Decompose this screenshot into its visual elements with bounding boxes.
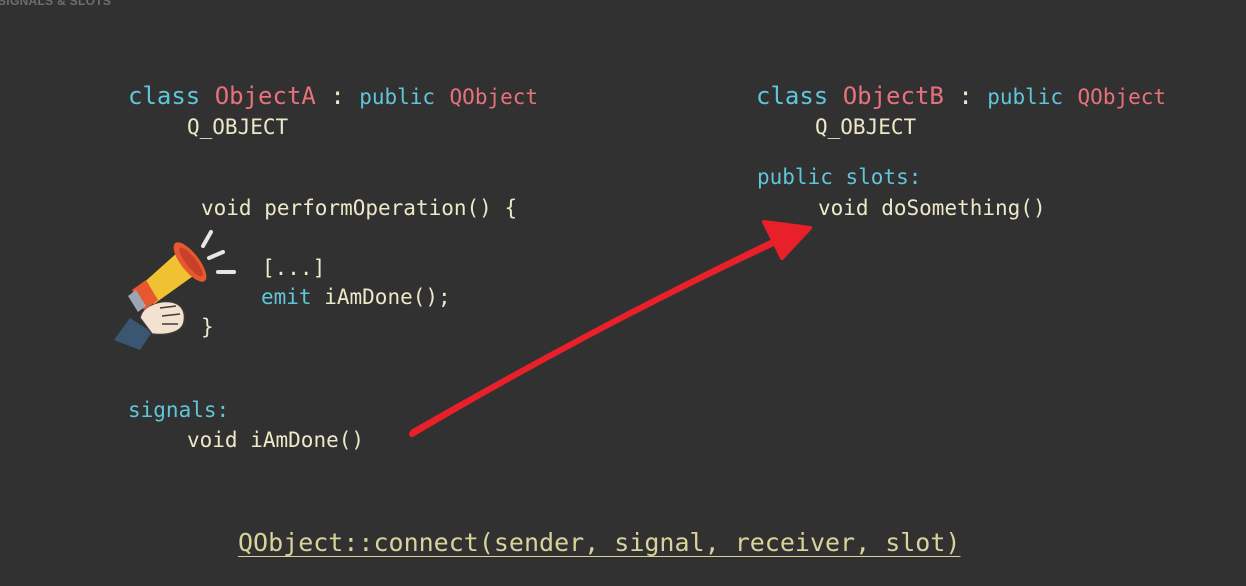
public-keyword: public: [359, 85, 436, 109]
slide-header-label: SIGNALS & SLOTS: [0, 0, 112, 8]
signal-name: iAmDone(): [250, 428, 365, 452]
emit-keyword: emit: [261, 285, 312, 309]
objectb-class-name: ObjectB: [842, 82, 944, 110]
class-keyword: class: [756, 82, 829, 110]
ellipsis-code: [...]: [262, 256, 326, 280]
perform-operation-signature: performOperation() {: [264, 196, 518, 220]
void-keyword: void: [201, 196, 252, 220]
public-keyword: public: [987, 85, 1064, 109]
qobject-connect-signature: QObject::connect(sender, signal, receive…: [238, 528, 961, 557]
method-close-brace: }: [201, 315, 214, 339]
void-keyword: void: [818, 196, 869, 220]
void-keyword: void: [187, 428, 238, 452]
public-slots-label: public slots:: [757, 165, 922, 189]
slot-declaration: void doSomething(): [818, 198, 1046, 219]
objectb-class-declaration: class ObjectB : public QObject: [756, 84, 1166, 108]
objecta-base-class: QObject: [449, 85, 539, 109]
slot-name: doSomething(): [881, 196, 1046, 220]
emit-statement: emit iAmDone();: [261, 287, 451, 308]
objecta-class-declaration: class ObjectA : public QObject: [128, 84, 538, 108]
signal-declaration: void iAmDone(): [187, 430, 364, 451]
perform-operation-method: void performOperation() {: [201, 198, 517, 219]
slide: SIGNALS & SLOTS class ObjectA : public Q…: [0, 0, 1246, 586]
objectb-base-class: QObject: [1077, 85, 1167, 109]
objecta-class-name: ObjectA: [214, 82, 316, 110]
objecta-qobject-macro: Q_OBJECT: [187, 115, 289, 139]
class-keyword: class: [128, 82, 201, 110]
colon: :: [330, 82, 345, 110]
emit-call: iAmDone();: [324, 285, 451, 309]
signals-section-label: signals:: [128, 398, 230, 422]
objectb-qobject-macro: Q_OBJECT: [815, 115, 917, 139]
colon: :: [958, 82, 973, 110]
